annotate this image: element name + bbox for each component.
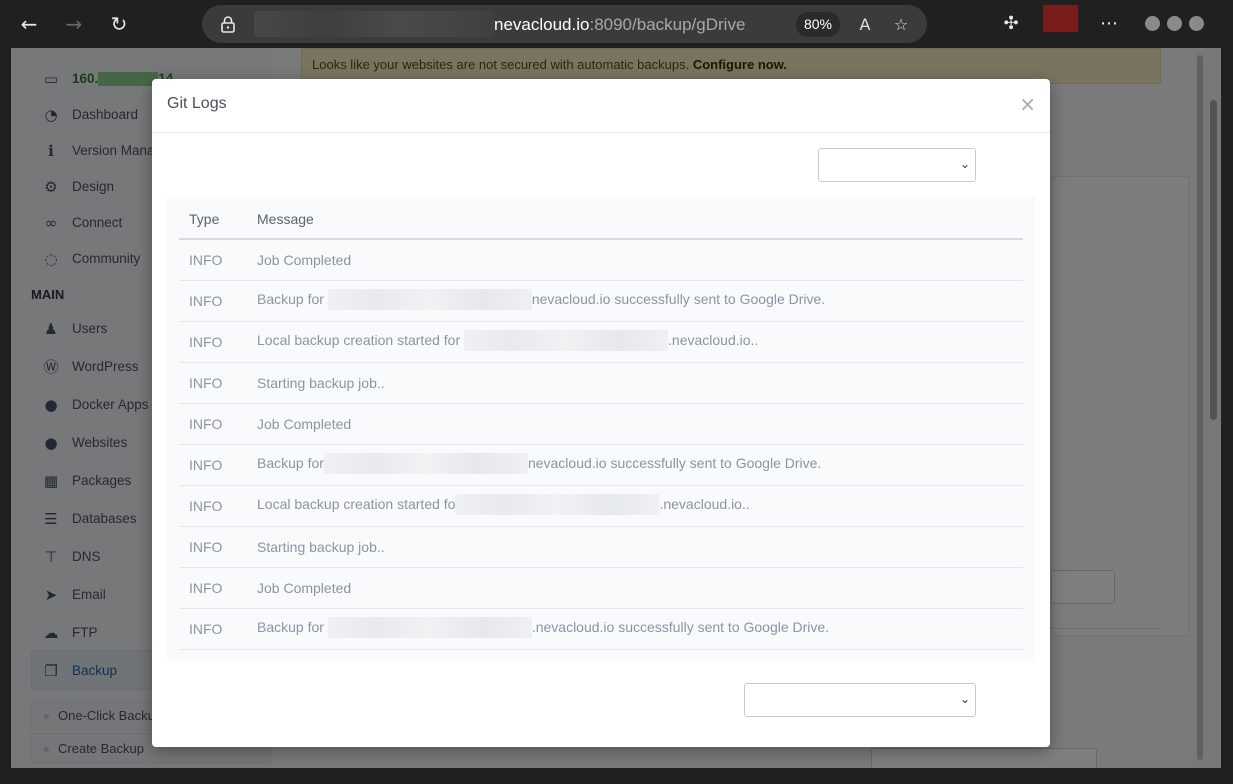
log-message-cell: Backup for .nevacloud.io successfully se… bbox=[247, 608, 1023, 650]
log-message-suffix: .nevacloud.io.. bbox=[668, 332, 759, 349]
log-message-cell: Backup for nevacloud.io successfully sent… bbox=[247, 444, 1023, 486]
log-message-cell: Job Completed bbox=[247, 239, 1023, 281]
table-row: INFO Backup for nevacloud.io successfully … bbox=[179, 444, 1023, 486]
log-message-cell: Job Completed bbox=[247, 567, 1023, 609]
profile-avatar[interactable] bbox=[1043, 5, 1078, 32]
log-message-suffix: .nevacloud.io successfully sent to Googl… bbox=[531, 619, 830, 636]
log-message-text: Backup for bbox=[257, 619, 328, 636]
log-message-text: Starting backup job.. bbox=[257, 374, 385, 391]
git-logs-modal: Git Logs × ⌄ Type Message INFO Job Comple… bbox=[152, 79, 1050, 747]
logs-table-body: INFO Job Completed INFO Backup for nevaclou… bbox=[179, 239, 1023, 650]
log-type-cell: INFO bbox=[179, 608, 247, 650]
log-type-cell: INFO bbox=[179, 239, 247, 281]
log-message-text: Starting backup job.. bbox=[257, 538, 385, 555]
log-type-cell: INFO bbox=[179, 321, 247, 363]
table-row: INFO Starting backup job.. bbox=[179, 526, 1023, 568]
log-type-cell: INFO bbox=[179, 485, 247, 527]
logs-table-container: Type Message INFO Job Completed INFO Backup… bbox=[167, 197, 1035, 663]
log-message-cell: Job Completed bbox=[247, 403, 1023, 445]
table-row: INFO Starting backup job.. bbox=[179, 362, 1023, 404]
log-type-cell: INFO bbox=[179, 567, 247, 609]
log-type-cell: INFO bbox=[179, 444, 247, 486]
table-row: INFO Job Completed bbox=[179, 567, 1023, 609]
modal-header: Git Logs × bbox=[152, 79, 1050, 133]
log-message-cell: Local backup creation started fo .nevaclo… bbox=[247, 485, 1023, 527]
column-header-message: Message bbox=[247, 199, 1023, 240]
table-row: INFO Local backup creation started fo .nev… bbox=[179, 485, 1023, 527]
modal-title: Git Logs bbox=[167, 95, 227, 112]
log-message-suffix: nevacloud.io successfully sent to Google… bbox=[531, 291, 826, 308]
log-message-suffix: .nevacloud.io.. bbox=[659, 496, 750, 513]
redacted-domain bbox=[327, 616, 532, 638]
more-icon[interactable]: ⋯ bbox=[1096, 11, 1122, 37]
log-message-cell: Starting backup job.. bbox=[247, 362, 1023, 404]
log-type-cell: INFO bbox=[179, 526, 247, 568]
log-message-suffix: nevacloud.io successfully sent to Google… bbox=[527, 455, 822, 472]
redacted-domain bbox=[323, 452, 528, 474]
column-header-type: Type bbox=[179, 199, 247, 240]
reload-icon[interactable]: ↻ bbox=[105, 10, 133, 38]
log-message-cell: Starting backup job.. bbox=[247, 526, 1023, 568]
chevron-down-icon: ⌄ bbox=[959, 157, 970, 171]
log-message-text: Backup for bbox=[257, 455, 324, 472]
log-message-text: Backup for bbox=[257, 291, 328, 308]
close-icon[interactable]: × bbox=[1019, 94, 1036, 114]
url-text[interactable]: nevacloud.io:8090/backup/gDrive bbox=[494, 5, 745, 43]
log-type-cell: INFO bbox=[179, 362, 247, 404]
table-row: INFO Job Completed bbox=[179, 403, 1023, 445]
table-header-row: Type Message bbox=[179, 199, 1023, 240]
log-message-cell: Backup for nevacloud.io successfully sen… bbox=[247, 280, 1023, 322]
logs-table: Type Message INFO Job Completed INFO Backup… bbox=[179, 199, 1023, 650]
zoom-indicator[interactable]: 80% bbox=[796, 12, 840, 37]
status-bar bbox=[0, 768, 1233, 784]
redacted-domain bbox=[464, 329, 669, 351]
table-row: INFO Backup for .nevacloud.io successfull… bbox=[179, 608, 1023, 650]
forward-arrow-icon[interactable]: → bbox=[60, 10, 88, 38]
window-controls[interactable] bbox=[1145, 16, 1211, 36]
redacted-domain bbox=[327, 288, 532, 310]
log-type-cell: INFO bbox=[179, 403, 247, 445]
table-row: INFO Backup for nevacloud.io successfully… bbox=[179, 280, 1023, 322]
logs-filter-select-bottom[interactable]: ⌄ bbox=[744, 683, 976, 717]
extensions-icon[interactable]: ✣ bbox=[998, 11, 1024, 37]
log-message-cell: Local backup creation started for .nevac… bbox=[247, 321, 1023, 363]
url-redacted bbox=[254, 11, 494, 37]
logs-filter-select-top[interactable]: ⌄ bbox=[818, 148, 976, 182]
table-row: INFO Job Completed bbox=[179, 239, 1023, 281]
translate-icon[interactable]: A bbox=[854, 14, 876, 36]
log-message-text: Job Completed bbox=[257, 579, 352, 596]
chevron-down-icon: ⌄ bbox=[959, 692, 970, 706]
table-row: INFO Local backup creation started for .n… bbox=[179, 321, 1023, 363]
browser-toolbar: ← → ↻ nevacloud.io:8090/backup/gDrive 80… bbox=[0, 0, 1233, 48]
lock-icon[interactable] bbox=[220, 15, 236, 33]
log-message-text: Job Completed bbox=[257, 415, 352, 432]
log-message-text: Local backup creation started for bbox=[257, 332, 465, 349]
log-message-text: Local backup creation started fo bbox=[257, 496, 456, 513]
redacted-domain bbox=[455, 493, 660, 515]
back-arrow-icon[interactable]: ← bbox=[15, 10, 43, 38]
log-message-text: Job Completed bbox=[257, 251, 352, 268]
address-bar[interactable]: nevacloud.io:8090/backup/gDrive 80% A ☆ bbox=[202, 5, 927, 43]
favorites-icon[interactable]: ☆ bbox=[890, 14, 912, 36]
log-type-cell: INFO bbox=[179, 280, 247, 322]
